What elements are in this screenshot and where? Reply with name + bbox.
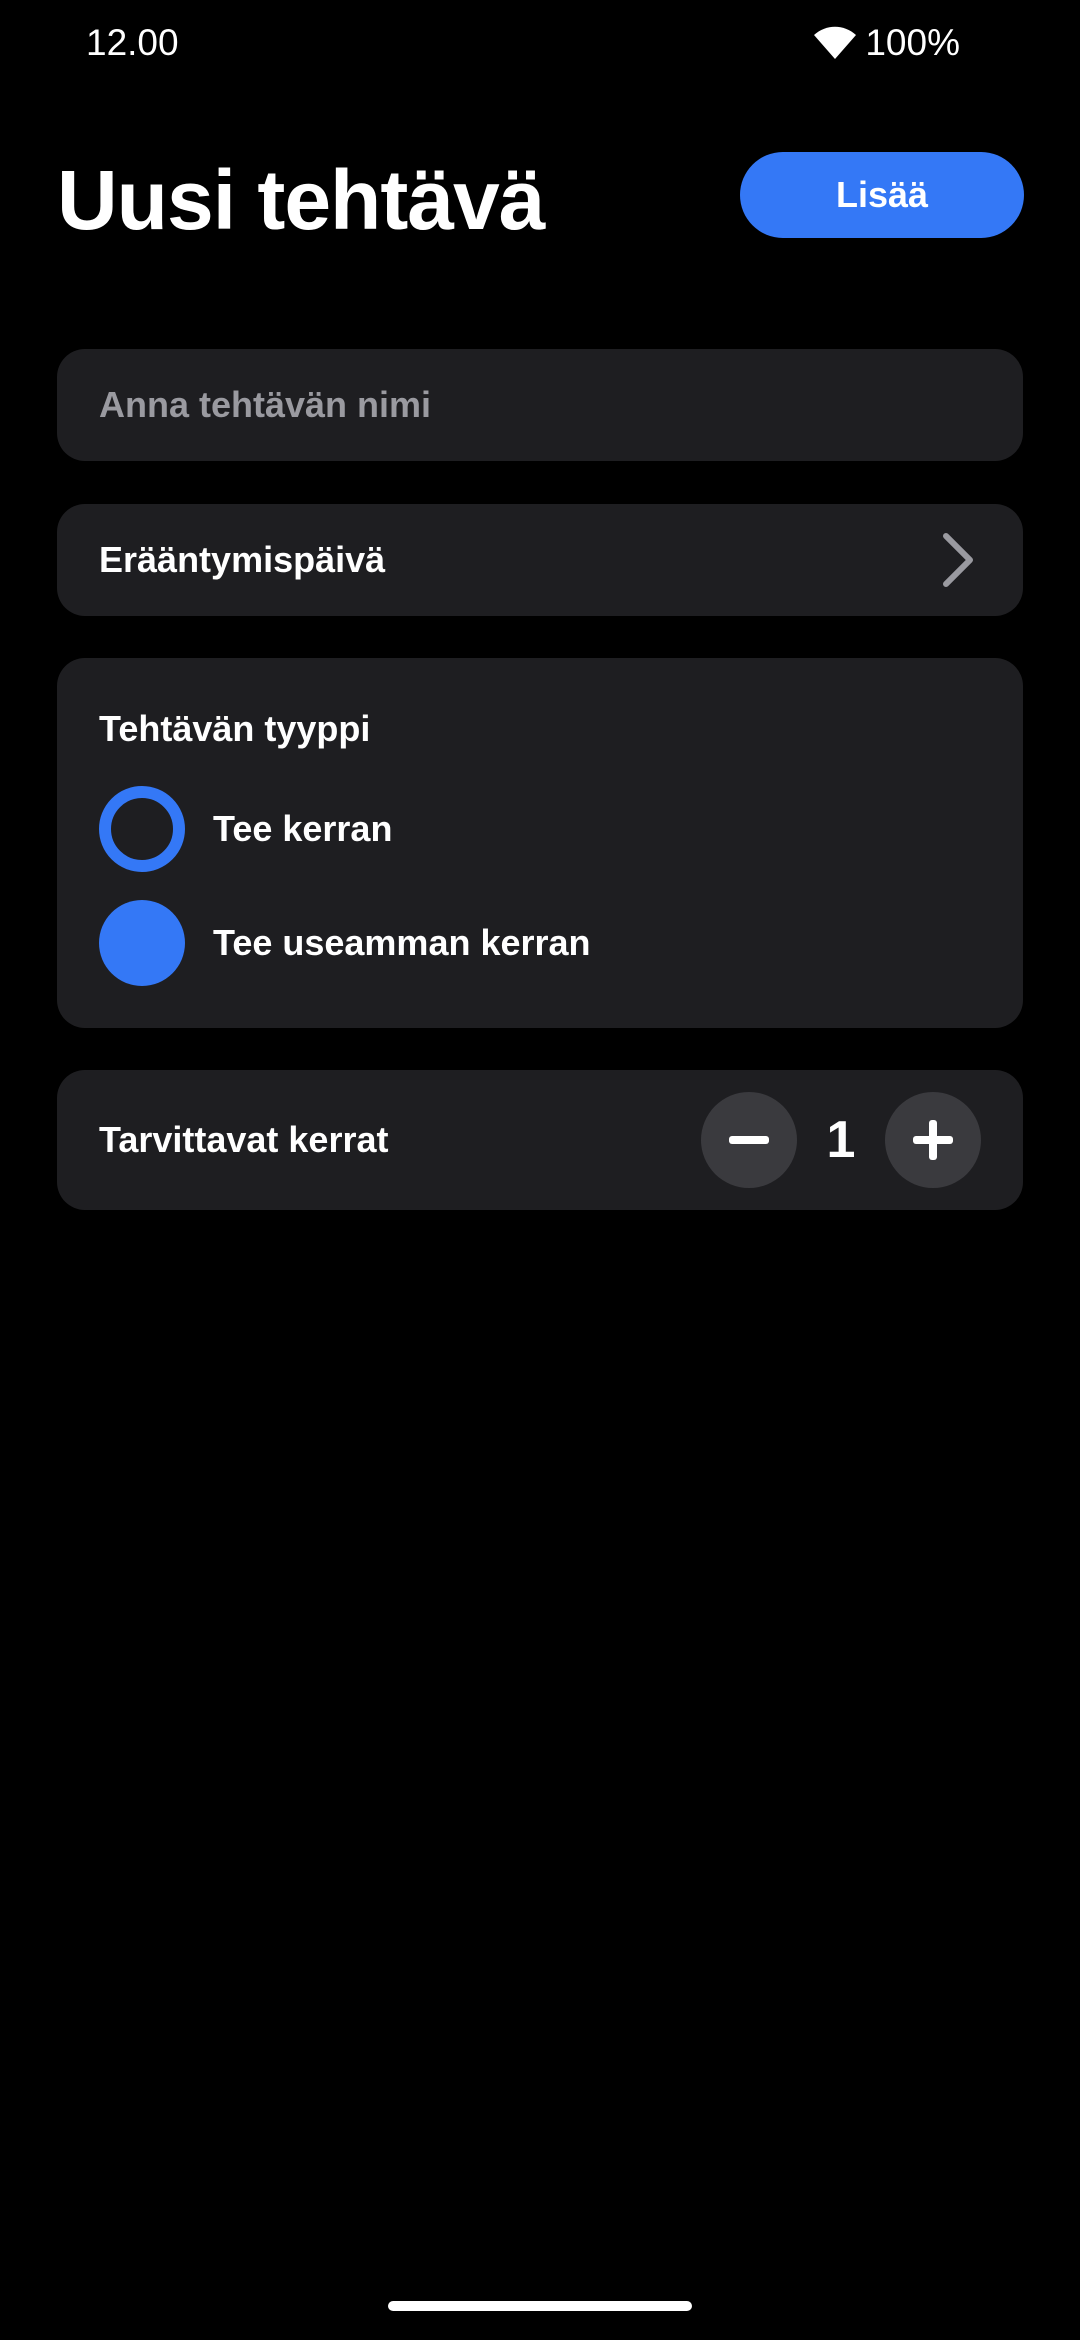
radio-option-multiple[interactable]: Tee useamman kerran	[99, 900, 591, 986]
repetitions-card: Tarvittavat kerrat 1	[57, 1070, 1023, 1210]
due-date-row[interactable]: Erääntymispäivä	[57, 504, 1023, 616]
wifi-icon	[813, 25, 857, 61]
status-indicators: 100%	[813, 22, 960, 64]
radio-label: Tee useamman kerran	[213, 922, 591, 963]
radio-button-selected[interactable]	[99, 900, 185, 986]
add-button[interactable]: Lisää	[740, 152, 1024, 238]
battery-level: 100%	[865, 22, 960, 63]
task-type-card: Tehtävän tyyppi Tee kerran Tee useamman …	[57, 658, 1023, 1028]
status-bar: 12.00 100%	[0, 0, 1080, 90]
home-indicator[interactable]	[388, 2301, 692, 2311]
radio-option-once[interactable]: Tee kerran	[99, 786, 392, 872]
repetitions-stepper: 1	[701, 1092, 981, 1188]
radio-label: Tee kerran	[213, 808, 393, 849]
page-title: Uusi tehtävä	[57, 153, 545, 247]
plus-icon	[911, 1118, 955, 1162]
task-name-input[interactable]	[57, 349, 1023, 461]
repetitions-value: 1	[826, 1111, 856, 1169]
chevron-right-icon	[941, 531, 975, 589]
increment-button[interactable]	[885, 1092, 981, 1188]
decrement-button[interactable]	[701, 1092, 797, 1188]
task-name-card	[57, 349, 1023, 461]
repetitions-label: Tarvittavat kerrat	[99, 1119, 389, 1160]
minus-icon	[727, 1118, 771, 1162]
due-date-label: Erääntymispäivä	[99, 539, 386, 580]
status-time: 12.00	[86, 22, 179, 63]
task-type-heading: Tehtävän tyyppi	[99, 708, 371, 749]
radio-button-unselected[interactable]	[99, 786, 185, 872]
